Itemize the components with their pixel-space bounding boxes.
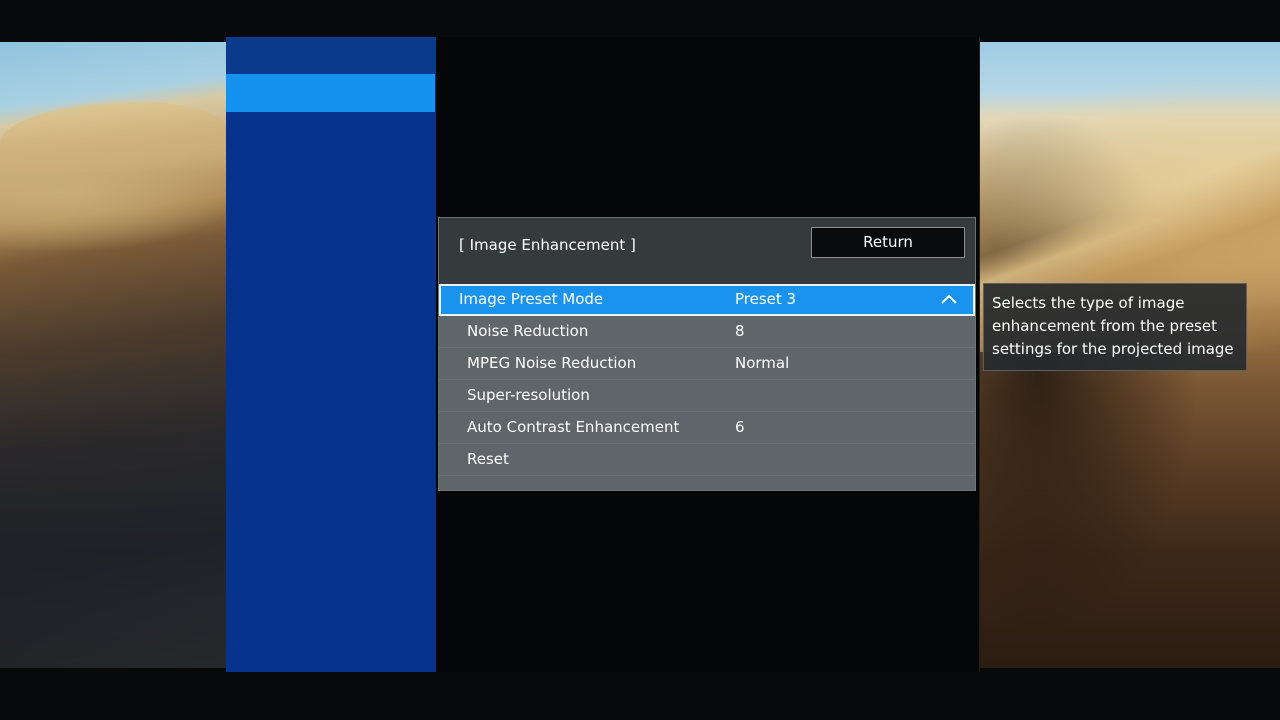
return-button[interactable]: Return [811, 227, 965, 258]
dune-left [0, 102, 228, 172]
setting-row-super-resolution[interactable]: Super-resolution [439, 380, 975, 412]
dialog-title: [ Image Enhancement ] [459, 236, 636, 254]
setting-value: 8 [735, 322, 745, 340]
setting-row-reset[interactable]: Reset [439, 444, 975, 476]
help-tooltip: Selects the type of image enhancement fr… [983, 283, 1247, 371]
projected-image-left [0, 42, 228, 668]
setting-label: Reset [467, 450, 509, 468]
sidebar-item-top[interactable] [226, 37, 436, 74]
setting-row-image-preset-mode[interactable]: Image Preset Mode Preset 3 [439, 284, 975, 316]
setting-row-auto-contrast-enhancement[interactable]: Auto Contrast Enhancement 6 [439, 412, 975, 444]
setting-value: Normal [735, 354, 790, 372]
setting-label: Super-resolution [467, 386, 590, 404]
setting-row-mpeg-noise-reduction[interactable]: MPEG Noise Reduction Normal [439, 348, 975, 380]
image-enhancement-dialog: [ Image Enhancement ] Return Image Prese… [438, 217, 976, 491]
setting-value: 6 [735, 418, 745, 436]
setting-label: Noise Reduction [467, 322, 589, 340]
setting-row-noise-reduction[interactable]: Noise Reduction 8 [439, 316, 975, 348]
projector-screen: [ Image Enhancement ] Return Image Prese… [0, 0, 1280, 720]
chevron-up-icon[interactable] [941, 293, 957, 305]
setting-label: Image Preset Mode [459, 290, 604, 308]
menu-sidebar [226, 37, 436, 672]
setting-label: Auto Contrast Enhancement [467, 418, 680, 436]
dialog-footer [439, 476, 975, 490]
setting-label: MPEG Noise Reduction [467, 354, 637, 372]
sidebar-item-selected[interactable] [226, 74, 435, 112]
settings-list: Image Preset Mode Preset 3 Noise Reducti… [439, 284, 975, 476]
setting-value: Preset 3 [735, 290, 797, 308]
